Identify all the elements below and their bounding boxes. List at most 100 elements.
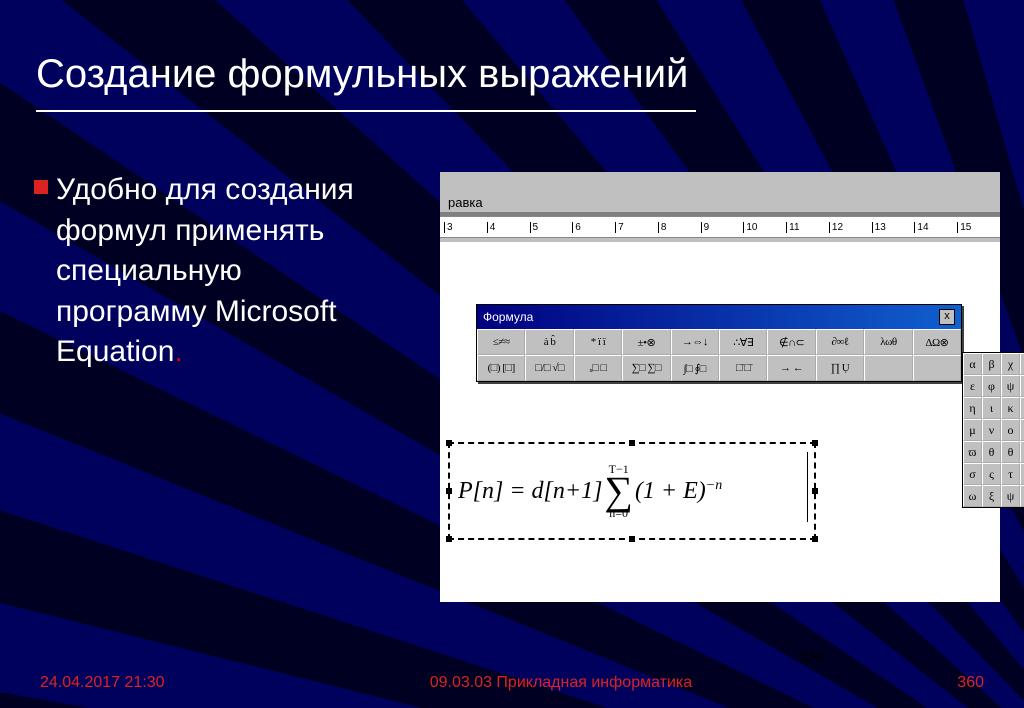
symbol-cell[interactable]: ι: [982, 397, 1001, 419]
palette-dots[interactable]: * ï ï: [574, 329, 622, 355]
slide: Создание формульных выражений Удобно для…: [0, 0, 1024, 708]
palette-cell[interactable]: [913, 355, 961, 381]
symbol-cell[interactable]: ς: [982, 463, 1001, 485]
symbol-cell[interactable]: ψ: [1001, 485, 1020, 507]
formula-window-title: Формула: [483, 310, 533, 324]
bullet-period: .: [174, 335, 182, 368]
resize-handle-icon[interactable]: [812, 488, 818, 494]
symbol-cell[interactable]: κ: [1001, 397, 1020, 419]
footer-page-number: 360: [957, 674, 984, 692]
palette-scripts[interactable]: ₓ□ □: [574, 355, 622, 381]
text-cursor-icon: [807, 452, 808, 522]
palette-greek-upper[interactable]: ΔΩ⊗: [913, 329, 961, 355]
slide-title: Создание формульных выражений: [36, 52, 688, 97]
symbol-cell[interactable]: υ: [1020, 463, 1024, 485]
formula-row-2: (□) [□] □/□ √□ ₓ□ □ ∑□ ∑□ ∫□ ∮□ □̄ □̄ → …: [477, 355, 961, 381]
close-icon[interactable]: x: [939, 309, 955, 325]
palette-arrows2[interactable]: → ←: [767, 355, 815, 381]
ruler-mark: 13: [872, 222, 915, 233]
equation-content: P[n] = d[n+1] T−1 ∑ n=0 (1 + E)−n: [458, 463, 722, 519]
symbol-cell[interactable]: η: [963, 397, 982, 419]
palette-fences[interactable]: (□) [□]: [477, 355, 525, 381]
symbol-cell[interactable]: θ: [982, 441, 1001, 463]
resize-handle-icon[interactable]: [629, 440, 635, 446]
palette-fractions[interactable]: □/□ √□: [525, 355, 573, 381]
ruler-mark: 14: [914, 222, 957, 233]
resize-handle-icon[interactable]: [812, 440, 818, 446]
symbol-cell[interactable]: χ: [1001, 353, 1020, 375]
symbol-cell[interactable]: ε: [963, 375, 982, 397]
ruler-mark: 6: [572, 222, 615, 233]
title-underline: [36, 110, 696, 112]
embedded-screenshot: равка 3 4 5 6 7 8 9 10 11 12 13 14 15: [440, 172, 1000, 592]
palette-misc[interactable]: ∂∞ℓ: [816, 329, 864, 355]
formula-row-1: ≤≠≈ ȧ b̂ * ï ï ±•⊗ →⇔↓ ∴∀∃ ∉∩⊂ ∂∞ℓ λωθ Δ…: [477, 329, 961, 355]
symbol-cell[interactable]: ξ: [982, 485, 1001, 507]
resize-handle-icon[interactable]: [446, 536, 452, 542]
footer-course: 09.03.03 Прикладная информатика: [165, 674, 958, 692]
ruler: 3 4 5 6 7 8 9 10 11 12 13 14 15: [440, 216, 1000, 238]
document-area: Формула x ≤≠≈ ȧ b̂ * ï ï ±•⊗ →⇔↓ ∴∀∃ ∉∩⊂: [440, 242, 1000, 602]
resize-handle-icon[interactable]: [446, 488, 452, 494]
symbol-cell[interactable]: δ: [1020, 353, 1024, 375]
symbol-cell[interactable]: π: [1020, 419, 1024, 441]
palette-products[interactable]: ∏ Ụ: [816, 355, 864, 381]
greek-symbol-dropdown[interactable]: α β χ δ ε φ ψ γ η ι κ λ μ ν ο π ϖ: [962, 352, 1024, 508]
symbol-cell[interactable]: θ: [1001, 441, 1020, 463]
palette-logic[interactable]: ∴∀∃: [719, 329, 767, 355]
ruler-mark: 8: [658, 222, 701, 233]
palette-operators[interactable]: ±•⊗: [622, 329, 670, 355]
ruler-mark: 7: [615, 222, 658, 233]
bullet-text: Удобно для создания формул применять спе…: [40, 170, 400, 373]
equation-exponent: −n: [706, 478, 722, 493]
symbol-cell[interactable]: α: [963, 353, 982, 375]
app-menu-fragment: равка: [440, 192, 1000, 212]
palette-bars[interactable]: □̄ □̄: [719, 355, 767, 381]
symbol-cell[interactable]: β: [982, 353, 1001, 375]
symbol-cell[interactable]: ω: [963, 485, 982, 507]
symbol-cell[interactable]: ν: [982, 419, 1001, 441]
palette-integrals[interactable]: ∫□ ∮□: [671, 355, 719, 381]
ruler-mark: 9: [701, 222, 744, 233]
formula-toolbar-window[interactable]: Формула x ≤≠≈ ȧ b̂ * ï ï ±•⊗ →⇔↓ ∴∀∃ ∉∩⊂: [476, 304, 962, 382]
palette-sums[interactable]: ∑□ ∑□: [622, 355, 670, 381]
symbol-cell[interactable]: ο: [1001, 419, 1020, 441]
symbol-cell[interactable]: μ: [963, 419, 982, 441]
palette-relations[interactable]: ≤≠≈: [477, 329, 525, 355]
ruler-mark: 10: [743, 222, 786, 233]
symbol-cell[interactable]: τ: [1001, 463, 1020, 485]
symbol-cell[interactable]: φ: [982, 375, 1001, 397]
bullet-body: Удобно для создания формул применять спе…: [56, 173, 354, 368]
palette-cell[interactable]: [864, 355, 912, 381]
bullet-block: Удобно для создания формул применять спе…: [40, 170, 400, 373]
symbol-cell[interactable]: ϖ: [963, 441, 982, 463]
symbol-cell[interactable]: ψ: [1001, 375, 1020, 397]
symbol-cell[interactable]: λ: [1020, 397, 1024, 419]
symbol-cell[interactable]: ρ: [1020, 441, 1024, 463]
symbol-cell[interactable]: σ: [963, 463, 982, 485]
formula-window-titlebar[interactable]: Формула x: [477, 305, 961, 329]
sum-lower: n=0: [609, 507, 628, 519]
symbol-cell[interactable]: γ: [1020, 375, 1024, 397]
bullet-marker-icon: [34, 180, 48, 194]
ruler-mark: 12: [829, 222, 872, 233]
page-number-black: 360: [801, 648, 824, 664]
palette-accents[interactable]: ȧ b̂: [525, 329, 573, 355]
slide-footer: 24.04.2017 21:30 09.03.03 Прикладная инф…: [0, 674, 1024, 692]
ruler-mark: 4: [487, 222, 530, 233]
equation-lhs: P[n] = d[n+1]: [458, 478, 602, 505]
palette-arrows[interactable]: →⇔↓: [671, 329, 719, 355]
resize-handle-icon[interactable]: [446, 440, 452, 446]
palette-sets[interactable]: ∉∩⊂: [767, 329, 815, 355]
sigma-icon: ∑: [604, 475, 633, 507]
symbol-cell[interactable]: ζ: [1020, 485, 1024, 507]
equation-rhs: (1 + E)−n: [635, 478, 722, 505]
ruler-mark: 5: [530, 222, 573, 233]
footer-date: 24.04.2017 21:30: [40, 674, 165, 692]
slide-content: Создание формульных выражений Удобно для…: [0, 0, 1024, 708]
palette-greek-lower[interactable]: λωθ: [864, 329, 912, 355]
resize-handle-icon[interactable]: [629, 536, 635, 542]
formula-palette: ≤≠≈ ȧ b̂ * ï ï ±•⊗ →⇔↓ ∴∀∃ ∉∩⊂ ∂∞ℓ λωθ Δ…: [477, 329, 961, 381]
resize-handle-icon[interactable]: [812, 536, 818, 542]
equation-object[interactable]: P[n] = d[n+1] T−1 ∑ n=0 (1 + E)−n: [448, 442, 816, 540]
